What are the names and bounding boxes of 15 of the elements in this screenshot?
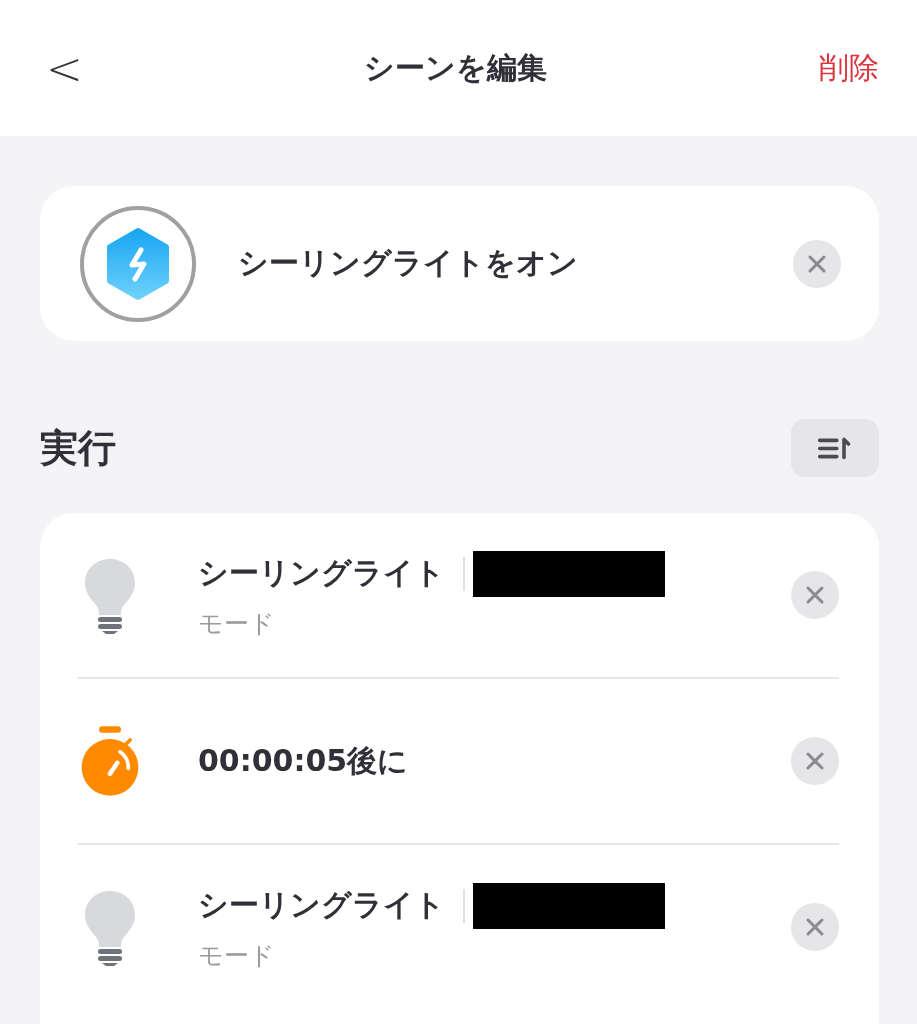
section-title: 実行	[40, 424, 116, 472]
remove-icon[interactable]	[791, 737, 839, 785]
scene-name: シーリングライトをオン	[238, 244, 579, 282]
action-subtitle: モード	[198, 939, 276, 972]
remove-icon[interactable]	[791, 903, 839, 951]
page-title: シーンを編集	[364, 48, 548, 87]
delete-button[interactable]: 削除	[819, 47, 879, 89]
remove-icon[interactable]	[793, 239, 841, 288]
action-title: 00:00:05後に	[198, 741, 409, 780]
sort-button[interactable]	[791, 419, 879, 477]
action-subtitle: モード	[198, 607, 276, 640]
back-button[interactable]: <	[36, 42, 93, 94]
action-title: シーリングライト	[198, 554, 445, 592]
remove-icon[interactable]	[791, 571, 839, 619]
action-title: シーリングライト	[198, 886, 445, 924]
